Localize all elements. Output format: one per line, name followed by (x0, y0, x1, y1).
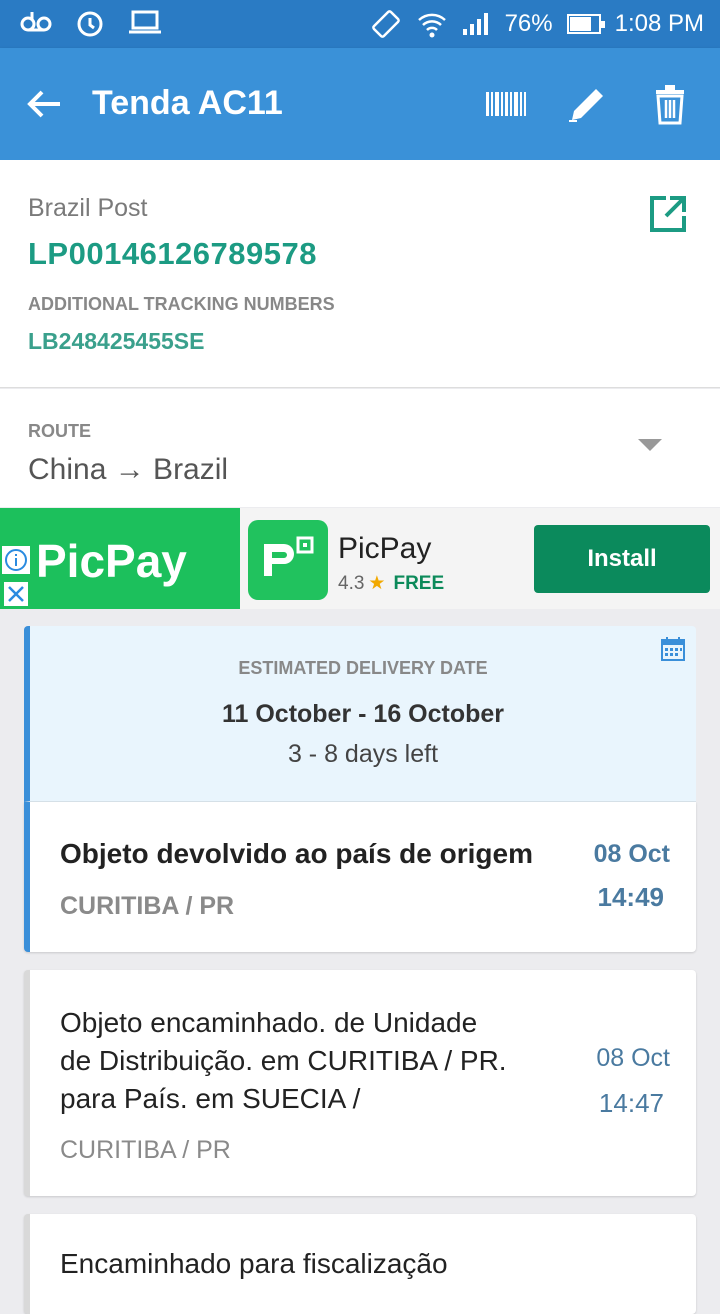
vibrate-icon (371, 10, 400, 38)
back-arrow-icon[interactable] (24, 84, 64, 124)
event-description-line: para País. em SUECIA / (60, 1083, 361, 1114)
additional-tracking-number[interactable]: LB248425455SE (28, 328, 204, 355)
ad-close-icon[interactable] (4, 582, 28, 606)
event-time: 14:47 (598, 1088, 664, 1118)
carrier-name: Brazil Post (28, 194, 148, 222)
delete-icon[interactable] (648, 82, 692, 126)
ad-banner-text: PicPay (36, 535, 187, 587)
event-description-line: Objeto encaminhado. de Unidade (60, 1007, 478, 1038)
ad-info-icon[interactable] (2, 546, 30, 574)
battery-percent: 76% (504, 10, 553, 37)
barcode-icon[interactable] (484, 82, 528, 126)
status-bar: 76% 1:08 PM (0, 0, 720, 48)
additional-tracking-label: ADDITIONAL TRACKING NUMBERS (28, 294, 335, 314)
route-value: China → Brazil (28, 453, 229, 486)
laptop-icon (129, 10, 161, 34)
ad-banner[interactable]: PicPay PicPay 4.3 ★ FREE Install (0, 508, 720, 609)
voicemail-icon (20, 12, 52, 32)
event-date: 08 Oct (596, 1044, 670, 1072)
star-icon: ★ (368, 573, 386, 594)
install-button[interactable]: Install (534, 525, 710, 593)
app-bar: Tenda AC11 (0, 48, 720, 160)
page-title: Tenda AC11 (92, 84, 283, 122)
edit-pencil-icon[interactable] (566, 82, 610, 126)
signal-icon (462, 13, 488, 35)
tracking-timeline: ESTIMATED DELIVERY DATE 11 October - 16 … (24, 626, 696, 1314)
event-description-line: de Distribuição. em CURITIBA / PR. (60, 1045, 507, 1076)
package-info-card: Brazil Post LP00146126789578 ADDITIONAL … (0, 160, 720, 388)
eta-label: ESTIMATED DELIVERY DATE (238, 658, 488, 678)
picpay-app-icon[interactable] (248, 520, 328, 600)
event-time: 14:49 (597, 882, 665, 912)
ad-rating: 4.3 ★ FREE (338, 572, 444, 595)
ad-app-name: PicPay (338, 532, 432, 565)
battery-icon (566, 14, 605, 34)
event-location: CURITIBA / PR (60, 892, 235, 920)
event-item[interactable]: Objeto devolvido ao país de origem CURIT… (24, 802, 696, 952)
eta-dates: 11 October - 16 October (221, 700, 505, 728)
tracking-number[interactable]: LP00146126789578 (28, 236, 317, 272)
alarm-icon (77, 11, 103, 37)
event-description: Objeto devolvido ao país de origem (60, 838, 533, 869)
event-description: Encaminhado para fiscalização (60, 1248, 448, 1279)
open-external-icon[interactable] (648, 194, 688, 234)
eta-days-left: 3 - 8 days left (287, 740, 439, 768)
event-date: 08 Oct (593, 840, 670, 868)
event-location: CURITIBA / PR (60, 1136, 231, 1164)
clock: 1:08 PM (614, 10, 704, 37)
estimated-delivery-card: ESTIMATED DELIVERY DATE 11 October - 16 … (24, 626, 696, 802)
event-description: Objeto encaminhado. de Unidade de Distri… (60, 1004, 507, 1118)
route-card[interactable]: ROUTE China → Brazil (0, 389, 720, 507)
ad-price: FREE (393, 573, 445, 594)
event-item[interactable]: Encaminhado para fiscalização (24, 1214, 696, 1314)
wifi-icon (417, 13, 446, 38)
ad-banner-image[interactable]: PicPay (0, 508, 240, 609)
chevron-down-icon[interactable] (638, 439, 662, 451)
route-label: ROUTE (28, 421, 91, 441)
event-item[interactable]: Objeto encaminhado. de Unidade de Distri… (24, 970, 696, 1196)
ad-rating-value: 4.3 (338, 573, 365, 594)
